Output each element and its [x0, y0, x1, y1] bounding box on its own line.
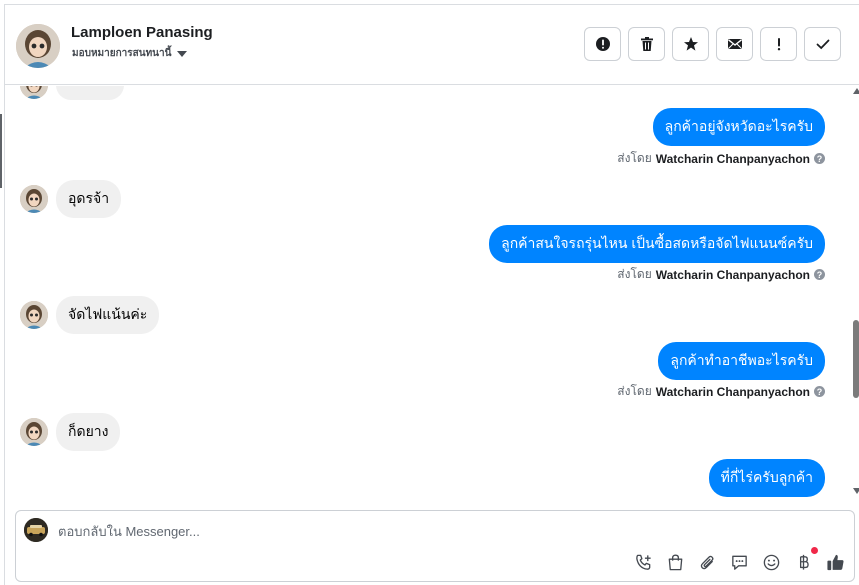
sent-by-label: ส่งโดย Watcharin Chanpanyachon ?: [617, 265, 825, 284]
follow-up-button[interactable]: [760, 27, 797, 61]
incoming-bubble: จัดไฟแน้นค่ะ: [56, 296, 160, 334]
shop-button[interactable]: [665, 552, 686, 573]
phone-plus-icon: [636, 554, 651, 570]
payment-button[interactable]: [793, 547, 818, 573]
incoming-bubble: ก็ดยาง: [56, 413, 121, 451]
scrollbar-thumb[interactable]: [853, 320, 859, 398]
baht-payment-icon: [799, 554, 809, 570]
sent-by-label: ส่งโดย Watcharin Chanpanyachon ?: [617, 149, 825, 168]
trash-icon: [640, 37, 653, 51]
emoji-icon: [763, 554, 780, 571]
contact-avatar[interactable]: [16, 24, 60, 68]
contact-avatar-small: [20, 418, 48, 446]
attach-button[interactable]: [697, 552, 718, 573]
like-button[interactable]: [825, 552, 846, 573]
sender-name: Watcharin Chanpanyachon: [655, 384, 810, 399]
like-icon: [827, 554, 844, 571]
contact-avatar-small: [20, 86, 48, 99]
assign-label: มอบหมายการสนทนานี้: [72, 48, 172, 59]
composer-toolbar: [633, 547, 846, 573]
emoji-button[interactable]: [761, 552, 782, 573]
saved-reply-icon: [732, 555, 747, 570]
paperclip-icon: [700, 555, 714, 570]
check-icon: [816, 39, 829, 50]
incoming-message: [20, 86, 124, 100]
assign-conversation-dropdown[interactable]: มอบหมายการสนทนานี้: [72, 46, 188, 61]
message-scrollbar[interactable]: [850, 86, 859, 502]
contact-avatar-small: [20, 301, 48, 329]
shopping-bag-icon: [668, 554, 683, 571]
page-avatar: [24, 518, 48, 542]
mark-spam-button[interactable]: [584, 27, 621, 61]
outgoing-bubble: ลูกค้าทำอาชีพอะไรครับ: [658, 342, 825, 380]
help-icon[interactable]: ?: [814, 153, 825, 164]
contact-avatar-small: [20, 185, 48, 213]
message-list[interactable]: ลูกค้าอยู่จังหวัดอะไรครับ ส่งโดย Watchar…: [4, 86, 850, 502]
outgoing-bubble: ที่กี่ไร่ครับลูกค้า: [708, 459, 825, 497]
incoming-bubble: อุดรจ้า: [56, 180, 122, 218]
mark-done-button[interactable]: [804, 27, 841, 61]
contact-name[interactable]: Lamploen Panasing: [71, 24, 213, 41]
reply-composer: [15, 510, 855, 582]
outgoing-bubble: ลูกค้าสนใจรถรุ่นไหน เป็นซื้อสดหรือจัดไฟแ…: [489, 225, 825, 263]
sent-by-label: ส่งโดย Watcharin Chanpanyachon ?: [617, 382, 825, 401]
header-actions: [584, 27, 841, 61]
delete-button[interactable]: [628, 27, 665, 61]
help-icon[interactable]: ?: [814, 386, 825, 397]
panel-edge-indicator: [0, 114, 2, 188]
sender-name: Watcharin Chanpanyachon: [655, 151, 810, 166]
exclamation-icon: [777, 38, 780, 51]
incoming-message: อุดรจ้า: [20, 180, 122, 218]
reply-input[interactable]: [58, 521, 658, 541]
star-icon: [683, 37, 698, 51]
chevron-down-icon: [177, 50, 188, 57]
mark-unread-button[interactable]: [716, 27, 753, 61]
call-button[interactable]: [633, 552, 654, 573]
scroll-up-arrow-icon[interactable]: [853, 88, 859, 94]
incoming-message: จัดไฟแน้นค่ะ: [20, 296, 160, 334]
help-icon[interactable]: ?: [814, 269, 825, 280]
envelope-icon: [727, 39, 742, 49]
scroll-down-arrow-icon[interactable]: [853, 488, 859, 494]
saved-replies-button[interactable]: [729, 552, 750, 573]
alert-circle-icon: [595, 37, 610, 51]
outgoing-bubble: ลูกค้าอยู่จังหวัดอะไรครับ: [652, 108, 825, 146]
star-button[interactable]: [672, 27, 709, 61]
incoming-message: ก็ดยาง: [20, 413, 121, 451]
notification-dot: [811, 547, 818, 554]
conversation-header: Lamploen Panasing มอบหมายการสนทนานี้: [4, 4, 859, 85]
incoming-bubble: [56, 86, 124, 100]
sender-name: Watcharin Chanpanyachon: [655, 267, 810, 282]
